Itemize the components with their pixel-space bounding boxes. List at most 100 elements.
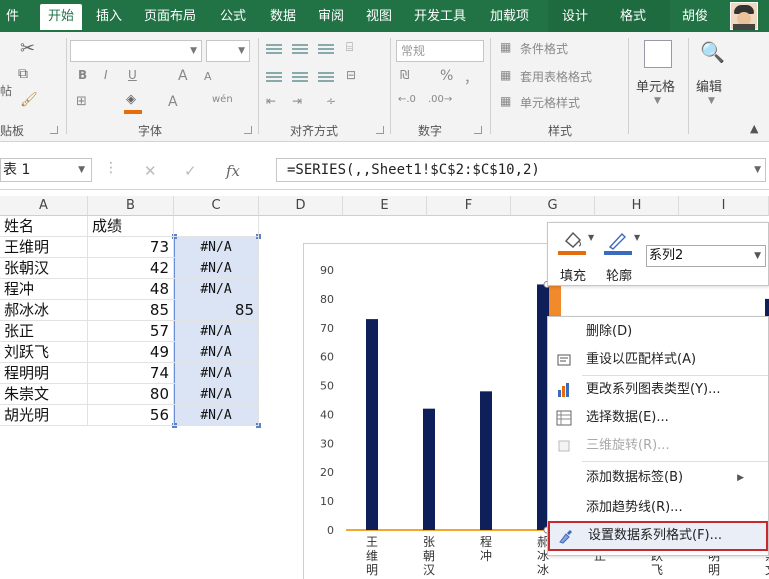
name-cell[interactable]: 郝冰冰 (0, 300, 88, 321)
decrease-decimal-icon[interactable]: .00→ (428, 94, 452, 105)
find-icon[interactable]: 🔍 (700, 40, 725, 64)
edit-button[interactable]: 编辑 (696, 76, 722, 95)
series-cell[interactable]: #N/A (174, 363, 259, 384)
series-cell[interactable]: #N/A (174, 405, 259, 426)
name-box[interactable]: 表 1 ▼ (0, 158, 92, 182)
score-cell[interactable]: 80 (88, 384, 174, 405)
align-center-icon[interactable] (292, 72, 308, 84)
series-cell[interactable]: 85 (174, 300, 259, 321)
series-cell[interactable]: #N/A (174, 279, 259, 300)
tab-data[interactable]: 数据 (262, 4, 304, 30)
align-bottom-icon[interactable] (318, 44, 334, 56)
edit-dropdown-icon[interactable]: ▼ (708, 96, 715, 106)
fill-label[interactable]: 填充 (560, 265, 586, 284)
cell-styles-icon[interactable]: ▦ (500, 94, 511, 108)
series-select[interactable]: 系列2 ▼ (646, 245, 766, 267)
score-cell[interactable]: 56 (88, 405, 174, 426)
increase-decimal-icon[interactable]: ←.0 (398, 94, 416, 105)
cancel-icon[interactable]: ✕ (144, 162, 157, 180)
grow-font-button[interactable]: A (178, 68, 188, 84)
name-cell[interactable]: 程冲 (0, 279, 88, 300)
series-cell[interactable]: #N/A (174, 321, 259, 342)
score-cell[interactable]: 48 (88, 279, 174, 300)
paste-icon[interactable]: 帖 (0, 82, 12, 99)
splitter-icon[interactable]: ⋮ (104, 160, 118, 176)
font-name-combo[interactable]: ▼ (70, 40, 202, 62)
shrink-font-button[interactable]: A (204, 70, 212, 83)
collapse-ribbon-icon[interactable]: ▲ (750, 122, 758, 135)
name-cell[interactable]: 张正 (0, 321, 88, 342)
name-cell[interactable]: 王维明 (0, 237, 88, 258)
menu-item-add-data-labels[interactable]: 添加数据标签(B) ▶ (548, 465, 768, 491)
fill-dropdown-icon[interactable]: ▼ (588, 233, 594, 242)
tab-page-layout[interactable]: 页面布局 (136, 4, 204, 30)
fill-color-icon[interactable]: ◈ (126, 92, 136, 107)
name-cell[interactable]: 朱崇文 (0, 384, 88, 405)
outline-label[interactable]: 轮廓 (606, 265, 632, 284)
table-format-icon[interactable]: ▦ (500, 68, 511, 82)
menu-item-delete[interactable]: 删除(D) (548, 319, 768, 345)
tab-addins[interactable]: 加载项 (482, 4, 537, 30)
user-name[interactable]: 胡俊 (682, 4, 708, 30)
tab-review[interactable]: 审阅 (310, 4, 352, 30)
name-cell[interactable]: 程明明 (0, 363, 88, 384)
outline-pen-icon[interactable] (604, 229, 630, 251)
column-header-f[interactable]: F (427, 196, 511, 216)
bar[interactable] (480, 391, 492, 530)
merge-icon[interactable]: ⊟ (346, 68, 356, 82)
alignment-launcher[interactable] (376, 126, 384, 134)
bold-button[interactable]: B (78, 68, 87, 82)
orientation-icon[interactable]: ∻ (326, 94, 336, 108)
column-header-d[interactable]: D (259, 196, 343, 216)
tab-developer[interactable]: 开发工具 (406, 4, 474, 30)
table-format-button[interactable]: 套用表格格式 (520, 68, 592, 85)
header-cell-name[interactable]: 姓名 (0, 216, 88, 237)
italic-button[interactable]: I (104, 68, 108, 82)
underline-button[interactable]: U (128, 68, 137, 82)
border-icon[interactable]: ⊞ (76, 94, 87, 109)
menu-item-3d-rotation[interactable]: 三维旋转(R)... (548, 433, 768, 459)
tab-format[interactable]: 格式 (612, 4, 654, 30)
column-header-i[interactable]: I (679, 196, 769, 216)
number-launcher[interactable] (474, 126, 482, 134)
score-cell[interactable]: 74 (88, 363, 174, 384)
cells-dropdown-icon[interactable]: ▼ (654, 96, 661, 106)
column-header-g[interactable]: G (511, 196, 595, 216)
tab-design[interactable]: 设计 (554, 4, 596, 30)
align-top-icon[interactable] (266, 44, 282, 56)
cell-styles-button[interactable]: 单元格样式 (520, 94, 580, 111)
tab-home[interactable]: 开始 (40, 4, 83, 30)
copy-icon[interactable]: ⧉ (18, 66, 28, 82)
menu-item-add-trendline[interactable]: 添加趋势线(R)... (548, 495, 768, 521)
cells-icon[interactable] (644, 40, 672, 68)
font-color-button[interactable]: A (168, 94, 178, 110)
tab-file[interactable]: 件 (0, 4, 27, 30)
menu-item-reset-style[interactable]: 重设以匹配样式(A) (548, 347, 768, 373)
score-cell[interactable]: 85 (88, 300, 174, 321)
font-launcher[interactable] (244, 126, 252, 134)
currency-icon[interactable]: ₪ (400, 68, 409, 82)
tab-insert[interactable]: 插入 (88, 4, 130, 30)
wrap-text-icon[interactable]: ⌸ (346, 40, 353, 55)
column-header-e[interactable]: E (343, 196, 427, 216)
clipboard-launcher[interactable] (50, 126, 58, 134)
tab-view[interactable]: 视图 (358, 4, 400, 30)
name-cell[interactable]: 刘跃飞 (0, 342, 88, 363)
score-cell[interactable]: 49 (88, 342, 174, 363)
cut-icon[interactable]: ✂ (20, 38, 35, 59)
series-cell[interactable]: #N/A (174, 342, 259, 363)
tab-formulas[interactable]: 公式 (212, 4, 254, 30)
score-cell[interactable]: 73 (88, 237, 174, 258)
align-right-icon[interactable] (318, 72, 334, 84)
series-cell[interactable]: #N/A (174, 237, 259, 258)
column-header-b[interactable]: B (88, 196, 174, 216)
name-cell[interactable]: 张朝汉 (0, 258, 88, 279)
format-painter-icon[interactable]: 🖌 (20, 92, 38, 108)
series-cell[interactable]: #N/A (174, 384, 259, 405)
menu-item-change-chart-type[interactable]: 更改系列图表类型(Y)... (548, 377, 768, 403)
column-header-c[interactable]: C (174, 196, 259, 216)
score-cell[interactable]: 57 (88, 321, 174, 342)
series-cell[interactable]: #N/A (174, 258, 259, 279)
score-cell[interactable]: 42 (88, 258, 174, 279)
phonetic-button[interactable]: wén (212, 94, 233, 105)
